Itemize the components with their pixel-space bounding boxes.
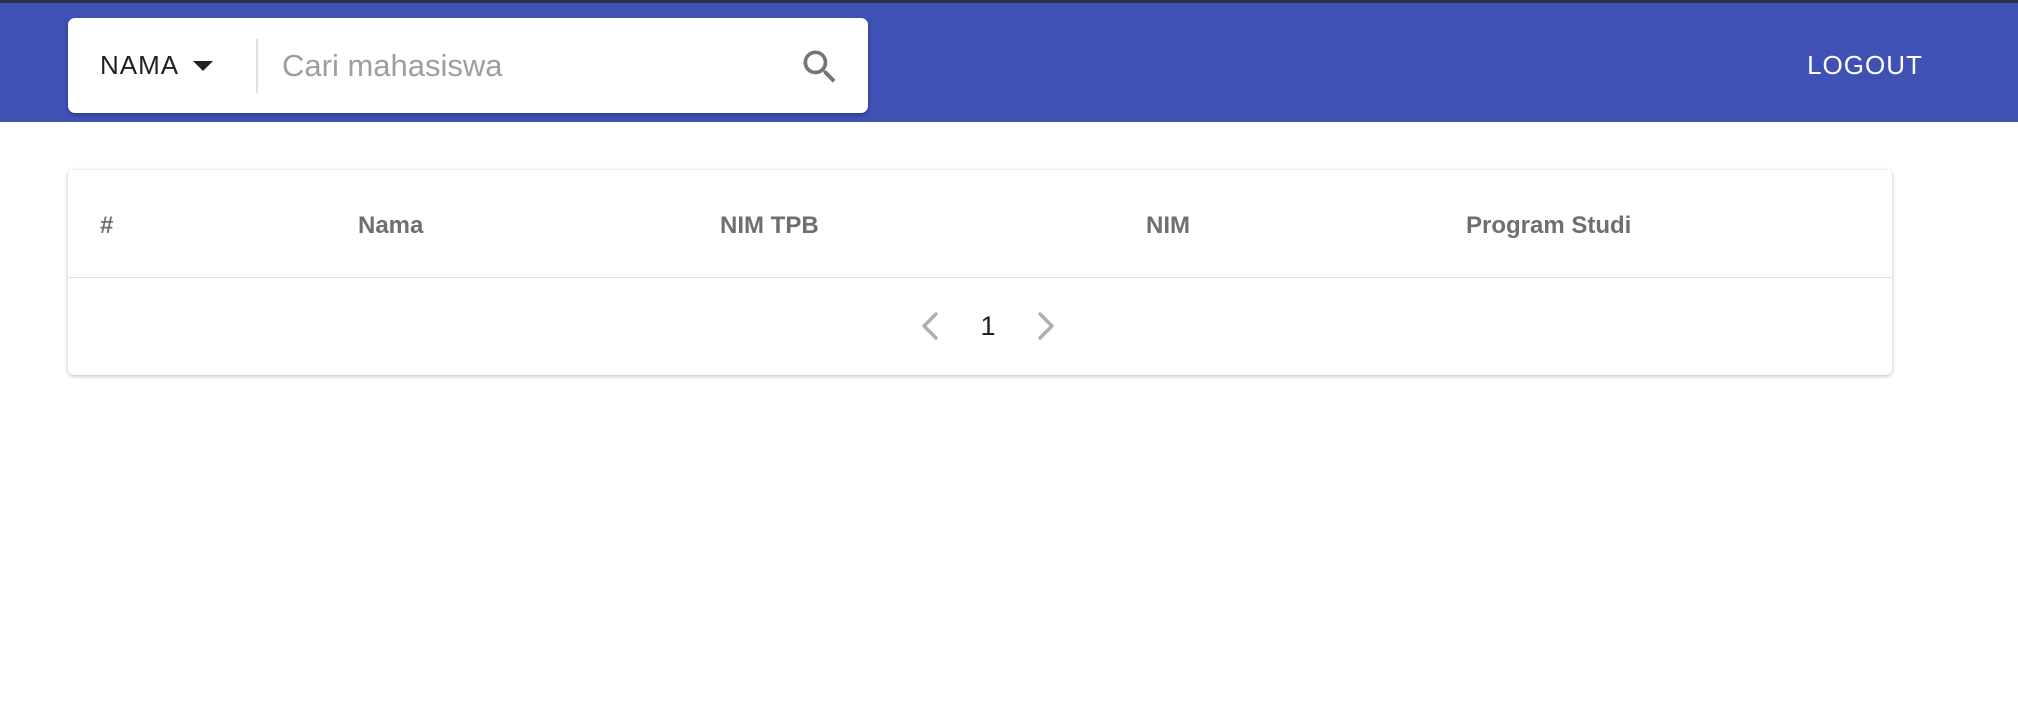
caret-down-icon xyxy=(193,60,214,71)
search-box: NAMA xyxy=(68,18,868,113)
chevron-right-icon xyxy=(1038,312,1054,340)
logout-button[interactable]: LOGOUT xyxy=(1790,43,1940,87)
table-header-row: # Nama NIM TPB NIM Program Studi xyxy=(68,170,1892,278)
search-filter-select[interactable]: NAMA xyxy=(68,18,256,113)
pagination-prev-button[interactable] xyxy=(912,304,948,348)
column-header-program-studi: Program Studi xyxy=(1466,212,1632,239)
search-divider xyxy=(256,39,258,93)
search-icon xyxy=(803,50,836,83)
column-header-nim-tpb: NIM TPB xyxy=(720,212,819,239)
app-bar: NAMA LOGOUT xyxy=(0,3,2018,122)
column-header-nim: NIM xyxy=(1146,212,1190,239)
pagination-page-current[interactable]: 1 xyxy=(968,304,1008,348)
students-table-card: # Nama NIM TPB NIM Program Studi 1 xyxy=(68,170,1892,375)
column-header-index: # xyxy=(100,212,114,239)
column-header-nama: Nama xyxy=(358,212,424,239)
pagination-next-button[interactable] xyxy=(1028,304,1064,348)
search-input[interactable] xyxy=(280,38,640,94)
search-button[interactable] xyxy=(798,45,842,89)
search-filter-label: NAMA xyxy=(100,50,180,80)
pagination: 1 xyxy=(68,278,1892,375)
chevron-left-icon xyxy=(922,312,938,340)
